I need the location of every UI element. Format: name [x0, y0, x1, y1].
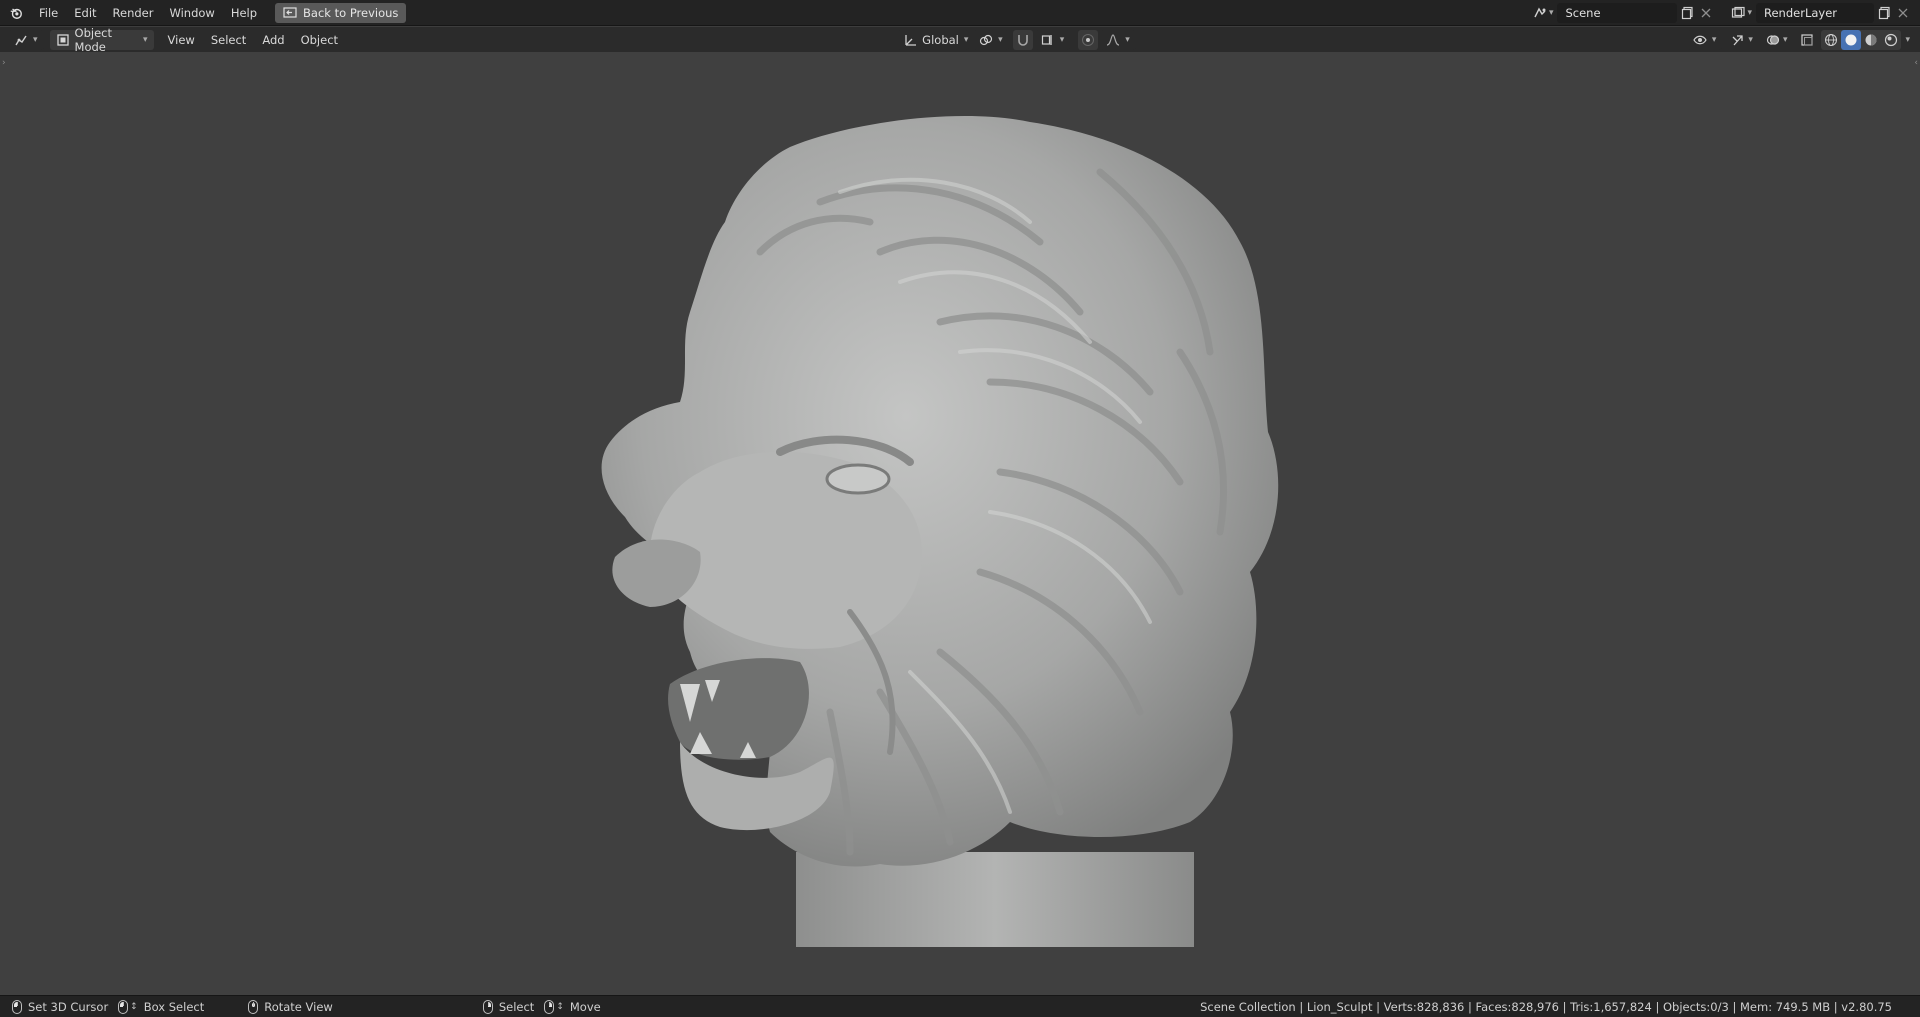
new-scene-icon[interactable]: [1679, 4, 1697, 22]
overlay-chevron-icon[interactable]: ▾: [1783, 35, 1788, 45]
visibility-selector[interactable]: ▾: [1686, 29, 1723, 50]
shading-rendered-icon: [1884, 33, 1898, 47]
shading-wireframe-button[interactable]: [1821, 30, 1841, 50]
menu-help[interactable]: Help: [223, 2, 265, 24]
editor-type-icon: [14, 33, 28, 47]
back-to-previous-label: Back to Previous: [303, 5, 399, 20]
proportional-falloff-selector[interactable]: ▾: [1100, 29, 1136, 50]
proportional-edit-toggle[interactable]: [1078, 29, 1099, 50]
proportional-edit-icon: [1081, 33, 1095, 47]
hint-rotate-view: Rotate View: [248, 999, 333, 1014]
pivot-chevron-icon: ▾: [998, 34, 1003, 45]
mode-selector[interactable]: Object Mode ▾: [49, 26, 154, 54]
xray-icon: [1800, 33, 1814, 47]
hint-box-select-label: Box Select: [143, 999, 205, 1014]
gizmo-icon: [1731, 33, 1745, 47]
snap-target-selector[interactable]: ▾: [1034, 29, 1071, 50]
main-menu: File Edit Render Window Help: [31, 2, 265, 24]
snap-toggle[interactable]: [1012, 29, 1033, 50]
scene-selector-chevron-icon[interactable]: ▾: [1549, 8, 1554, 18]
shading-mode-group: [1821, 29, 1902, 50]
gizmo-chevron-icon[interactable]: ▾: [1748, 35, 1753, 45]
menu-add[interactable]: Add: [254, 29, 292, 51]
hint-select-label: Select: [498, 999, 535, 1014]
drag-marker-icon: ↕: [130, 1001, 138, 1012]
top-bar: File Edit Render Window Help Back to Pre…: [0, 0, 1920, 26]
scene-selector-icon[interactable]: [1531, 4, 1549, 22]
shading-rendered-button[interactable]: [1881, 30, 1901, 50]
overlay-icon: [1766, 33, 1780, 47]
right-drag-mouse-icon: [544, 999, 555, 1014]
editor-type-chevron-icon: ▾: [33, 34, 38, 45]
pivot-point-selector[interactable]: ▾: [973, 29, 1009, 50]
visibility-chevron-icon: ▾: [1711, 34, 1717, 45]
menu-view[interactable]: View: [160, 29, 203, 51]
middle-mouse-icon: [248, 999, 259, 1014]
visibility-icon: [1693, 33, 1707, 47]
hint-rotate-view-label: Rotate View: [264, 999, 333, 1014]
hint-move: ↕ Move: [544, 999, 601, 1014]
viewport-header: ▾ Object Mode ▾ View Select Add Object G…: [0, 26, 1920, 54]
status-bar: Set 3D Cursor ↕ Box Select Rotate View S…: [0, 995, 1920, 1017]
falloff-chevron-icon: ▾: [1125, 34, 1130, 45]
menu-window[interactable]: Window: [161, 2, 222, 24]
right-mouse-icon: [482, 999, 493, 1014]
lion-sculpt-model[interactable]: [0, 52, 1920, 995]
scene-statistics: Scene Collection | Lion_Sculpt | Verts:8…: [1200, 999, 1892, 1014]
scene-name: Scene: [1565, 5, 1601, 20]
overlay-toggle[interactable]: [1763, 30, 1783, 50]
editor-type-selector[interactable]: ▾: [8, 29, 44, 50]
transform-orientation-icon: [903, 33, 917, 47]
pivot-icon: [979, 33, 993, 47]
transform-orientation-label: Global: [922, 32, 959, 47]
shading-solid-icon: [1844, 33, 1858, 47]
object-mode-icon: [56, 33, 70, 47]
shading-wireframe-icon: [1824, 33, 1838, 47]
snap-icon: [1016, 33, 1030, 47]
scene-name-field[interactable]: Scene: [1557, 2, 1678, 23]
left-mouse-icon: [12, 999, 22, 1014]
transform-orientation-selector[interactable]: Global ▾: [897, 29, 970, 50]
menu-file[interactable]: File: [31, 2, 66, 24]
mode-chevron-icon: ▾: [143, 34, 148, 45]
hint-box-select: ↕ Box Select: [118, 999, 205, 1014]
delete-view-layer-icon[interactable]: [1894, 4, 1912, 22]
view-layer-name: RenderLayer: [1764, 5, 1838, 20]
snap-target-chevron-icon: ▾: [1059, 34, 1065, 45]
menu-object[interactable]: Object: [293, 29, 346, 51]
blender-logo-icon[interactable]: [7, 4, 25, 22]
hint-move-label: Move: [569, 999, 601, 1014]
delete-scene-icon[interactable]: [1697, 4, 1715, 22]
new-view-layer-icon[interactable]: [1876, 4, 1894, 22]
xray-toggle[interactable]: [1797, 30, 1817, 50]
gizmo-toggle[interactable]: [1728, 30, 1748, 50]
menu-select[interactable]: Select: [203, 29, 254, 51]
hint-set-3d-cursor-label: Set 3D Cursor: [28, 999, 109, 1014]
right-drag-marker-icon: ↕: [556, 1001, 564, 1012]
viewport-menus: View Select Add Object: [160, 29, 347, 51]
menu-edit[interactable]: Edit: [66, 2, 104, 24]
falloff-curve-icon: [1106, 33, 1120, 47]
3d-viewport[interactable]: › ‹: [0, 52, 1920, 995]
back-to-previous-button[interactable]: Back to Previous: [275, 2, 407, 23]
lion-eye: [825, 463, 891, 495]
view-layer-selector-icon[interactable]: [1729, 4, 1747, 22]
hint-select: Select: [482, 999, 535, 1014]
shading-material-button[interactable]: [1861, 30, 1881, 50]
shading-options-chevron-icon[interactable]: ▾: [1905, 35, 1910, 45]
shading-material-icon: [1864, 33, 1878, 47]
view-layer-chevron-icon[interactable]: ▾: [1747, 8, 1752, 18]
transform-orientation-chevron-icon: ▾: [963, 34, 969, 45]
snap-increment-icon: [1041, 33, 1055, 47]
back-arrow-icon: [283, 6, 297, 20]
menu-render[interactable]: Render: [105, 2, 162, 24]
view-layer-name-field[interactable]: RenderLayer: [1756, 2, 1874, 23]
hint-set-3d-cursor: Set 3D Cursor: [12, 999, 109, 1014]
mode-label: Object Mode: [74, 25, 112, 54]
drag-mouse-icon: [118, 999, 129, 1014]
shading-solid-button[interactable]: [1841, 29, 1862, 50]
